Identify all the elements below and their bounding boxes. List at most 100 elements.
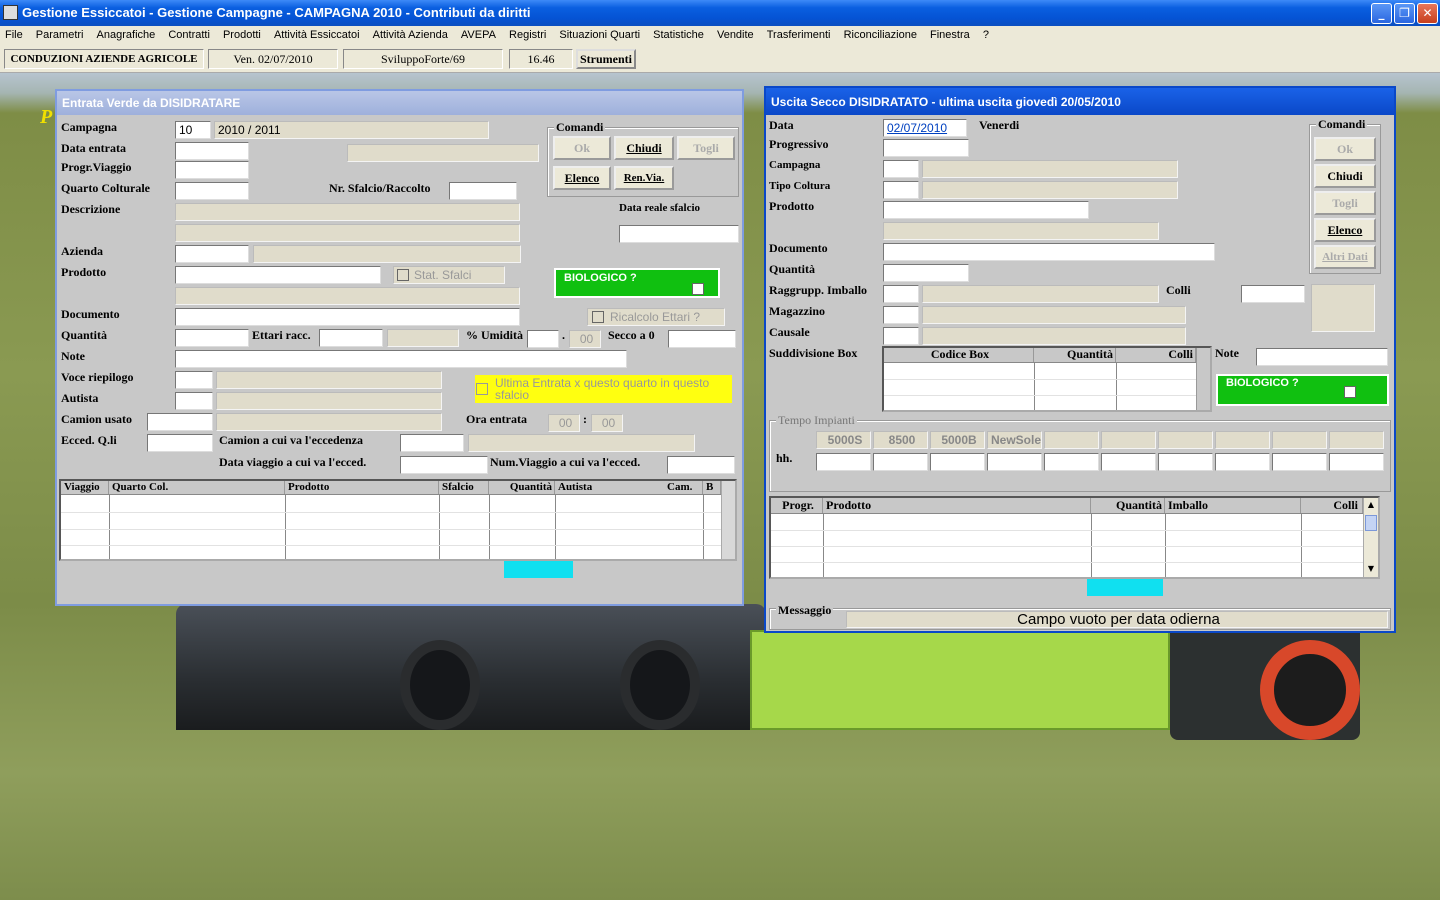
- viaggi-grid[interactable]: Viaggio Quarto Col. Prodotto Sfalcio Qua…: [59, 479, 737, 561]
- chiudi-button[interactable]: Chiudi: [614, 136, 674, 160]
- menu-anagrafiche[interactable]: Anagrafiche: [97, 26, 156, 44]
- ok-button[interactable]: Ok: [1314, 137, 1376, 161]
- menu-avepa[interactable]: AVEPA: [461, 26, 496, 44]
- nr-sfalcio-input[interactable]: [449, 182, 517, 200]
- menu-attivita-essiccatoi[interactable]: Attività Essiccatoi: [274, 26, 360, 44]
- col-quarto[interactable]: Quarto Col.: [109, 481, 285, 494]
- ultima-entrata-box[interactable]: Ultima Entrata x questo quarto in questo…: [475, 375, 732, 403]
- camion-ecc-input[interactable]: [400, 434, 464, 452]
- tools-button[interactable]: Strumenti: [576, 49, 636, 69]
- togli-button[interactable]: Togli: [1314, 191, 1376, 215]
- menu-help[interactable]: ?: [983, 26, 989, 44]
- umidita-int-input[interactable]: [527, 330, 559, 348]
- quantita-input[interactable]: [175, 329, 249, 347]
- note-input[interactable]: [1256, 348, 1388, 366]
- togli-button[interactable]: Togli: [677, 136, 735, 160]
- col-sfalcio[interactable]: Sfalcio: [439, 481, 489, 494]
- voce-input[interactable]: [175, 371, 213, 389]
- elenco-button[interactable]: Elenco: [1314, 218, 1376, 242]
- ok-button[interactable]: Ok: [553, 136, 611, 160]
- stat-sfalci-checkbox[interactable]: [397, 269, 409, 281]
- hh-input-8[interactable]: [1215, 453, 1270, 471]
- prodotto-input[interactable]: [883, 201, 1089, 219]
- col-viaggio[interactable]: Viaggio: [61, 481, 109, 494]
- campagna-code-input[interactable]: 10: [175, 121, 211, 139]
- stat-sfalci-box[interactable]: Stat. Sfalci: [393, 266, 505, 284]
- camion-input[interactable]: [147, 413, 213, 431]
- col-b[interactable]: B: [703, 481, 721, 494]
- grid-scrollbar[interactable]: [721, 481, 735, 559]
- app-icon[interactable]: [3, 5, 18, 20]
- menu-registri[interactable]: Registri: [509, 26, 546, 44]
- causale-input[interactable]: [883, 327, 919, 345]
- altri-dati-button[interactable]: Altri Dati: [1314, 245, 1376, 269]
- ricalcolo-checkbox[interactable]: [592, 311, 604, 323]
- menu-file[interactable]: File: [5, 26, 23, 44]
- quantita-input[interactable]: [883, 264, 969, 282]
- menu-parametri[interactable]: Parametri: [36, 26, 84, 44]
- umidita-dec-field[interactable]: 00: [569, 330, 601, 348]
- col-colli[interactable]: Colli: [1116, 348, 1196, 362]
- col-codice-box[interactable]: Codice Box: [884, 348, 1034, 362]
- campagna-input[interactable]: [883, 160, 919, 178]
- autista-input[interactable]: [175, 392, 213, 410]
- magazzino-input[interactable]: [883, 306, 919, 324]
- progressivo-input[interactable]: [883, 139, 969, 157]
- ora-m-field[interactable]: 00: [591, 414, 623, 432]
- num-viaggio-input[interactable]: [667, 456, 735, 474]
- scroll-up-icon[interactable]: ▲: [1364, 498, 1378, 512]
- col-prodotto[interactable]: Prodotto: [823, 498, 1091, 513]
- col-imballo[interactable]: Imballo: [1165, 498, 1301, 513]
- documento-input[interactable]: [175, 308, 520, 326]
- menu-vendite[interactable]: Vendite: [717, 26, 754, 44]
- menu-trasferimenti[interactable]: Trasferimenti: [767, 26, 831, 44]
- ettari-input[interactable]: [319, 329, 383, 347]
- raggrupp-input[interactable]: [883, 285, 919, 303]
- menu-finestra[interactable]: Finestra: [930, 26, 970, 44]
- hh-input-3[interactable]: [930, 453, 985, 471]
- note-input[interactable]: [175, 350, 627, 368]
- hh-input-10[interactable]: [1329, 453, 1384, 471]
- quarto-input[interactable]: [175, 182, 249, 200]
- azienda-input[interactable]: [175, 245, 249, 263]
- hh-input-5[interactable]: [1044, 453, 1099, 471]
- close-icon[interactable]: ✕: [1417, 3, 1438, 24]
- elenco-button[interactable]: Elenco: [553, 166, 611, 190]
- ultima-entrata-checkbox[interactable]: [476, 383, 488, 395]
- colli-input[interactable]: [1241, 285, 1305, 303]
- data-entrata-input[interactable]: [175, 142, 249, 160]
- minimize-icon[interactable]: _: [1371, 3, 1392, 24]
- scroll-thumb[interactable]: [1365, 515, 1377, 531]
- col-prodotto[interactable]: Prodotto: [285, 481, 439, 494]
- scroll-down-icon[interactable]: ▼: [1364, 562, 1378, 576]
- tipo-coltura-input[interactable]: [883, 181, 919, 199]
- data-reale-input[interactable]: [619, 225, 739, 243]
- hh-input-6[interactable]: [1101, 453, 1156, 471]
- prodotti-grid[interactable]: Progr. Prodotto Quantità Imballo Colli ▲…: [769, 496, 1380, 579]
- chiudi-button[interactable]: Chiudi: [1314, 164, 1376, 188]
- menu-attivita-azienda[interactable]: Attività Azienda: [373, 26, 448, 44]
- hh-input-7[interactable]: [1158, 453, 1213, 471]
- menu-statistiche[interactable]: Statistiche: [653, 26, 704, 44]
- biologico-checkbox[interactable]: [1344, 386, 1356, 398]
- hh-input-4[interactable]: [987, 453, 1042, 471]
- menu-contratti[interactable]: Contratti: [168, 26, 210, 44]
- menu-situazioni-quarti[interactable]: Situazioni Quarti: [559, 26, 640, 44]
- box-scrollbar[interactable]: [1196, 348, 1210, 410]
- window-title-bar[interactable]: Gestione Essiccatoi - Gestione Campagne …: [0, 0, 1440, 26]
- data-viaggio-input[interactable]: [400, 456, 488, 474]
- menu-prodotti[interactable]: Prodotti: [223, 26, 261, 44]
- documento-input[interactable]: [883, 243, 1215, 261]
- col-quantita[interactable]: Quantità: [489, 481, 555, 494]
- ora-h-field[interactable]: 00: [548, 414, 580, 432]
- hh-input-1[interactable]: [816, 453, 871, 471]
- ecced-input[interactable]: [147, 434, 213, 452]
- progr-viaggio-input[interactable]: [175, 161, 249, 179]
- ricalcolo-box[interactable]: Ricalcolo Ettari ?: [587, 308, 725, 326]
- renvia-button[interactable]: Ren.Via.: [614, 166, 674, 190]
- hh-input-2[interactable]: [873, 453, 928, 471]
- col-quantita[interactable]: Quantità: [1091, 498, 1165, 513]
- box-grid[interactable]: Codice Box Quantità Colli: [882, 346, 1212, 412]
- col-progr[interactable]: Progr.: [771, 498, 823, 513]
- data-input[interactable]: 02/07/2010: [883, 119, 967, 137]
